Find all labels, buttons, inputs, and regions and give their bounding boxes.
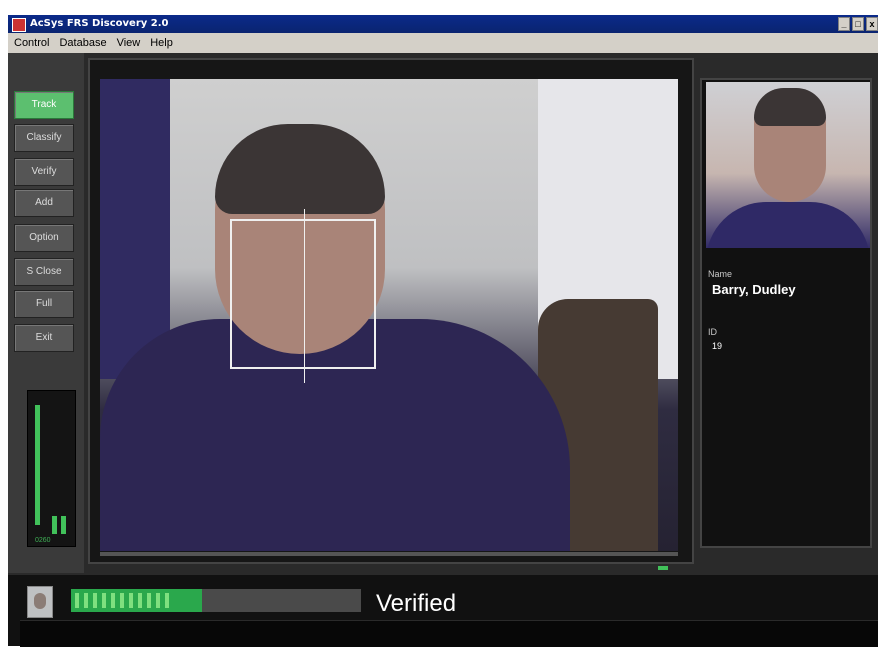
meter-bar bbox=[35, 405, 40, 525]
exit-button[interactable]: Exit bbox=[14, 324, 74, 352]
track-button[interactable]: Track bbox=[14, 91, 74, 119]
add-button[interactable]: Add bbox=[14, 189, 74, 217]
verification-status: Verified bbox=[376, 590, 457, 617]
name-value: Barry, Dudley bbox=[712, 282, 796, 297]
progress-segment bbox=[102, 593, 106, 608]
video-progress-track bbox=[100, 552, 678, 556]
maximize-button[interactable]: □ bbox=[852, 17, 864, 31]
progress-segment bbox=[156, 593, 160, 608]
progress-segment bbox=[84, 593, 88, 608]
matched-face-thumbnail bbox=[706, 82, 870, 248]
progress-segment bbox=[93, 593, 97, 608]
minimize-button[interactable]: _ bbox=[838, 17, 850, 31]
menu-control[interactable]: Control bbox=[14, 37, 49, 49]
progress-segment bbox=[129, 593, 133, 608]
progress-segment bbox=[165, 593, 169, 608]
verification-progress-fill bbox=[71, 589, 202, 612]
video-status-indicator bbox=[658, 566, 668, 570]
menu-bar: Control Database View Help bbox=[8, 33, 878, 53]
menu-database[interactable]: Database bbox=[59, 37, 106, 49]
close-button[interactable]: x bbox=[866, 17, 878, 31]
title-bar: AcSys FRS Discovery 2.0 _ □ x bbox=[8, 15, 878, 33]
id-label: ID bbox=[708, 327, 717, 337]
meter-label: 0260 bbox=[35, 537, 51, 544]
subject-hair bbox=[215, 124, 385, 214]
progress-segment bbox=[75, 593, 79, 608]
progress-segment bbox=[147, 593, 151, 608]
face-thumbnail-icon bbox=[27, 586, 53, 618]
classify-button[interactable]: Classify bbox=[14, 124, 74, 152]
meter-bar bbox=[61, 516, 66, 534]
progress-segment bbox=[138, 593, 142, 608]
verification-progress-track bbox=[71, 589, 361, 612]
menu-view[interactable]: View bbox=[117, 37, 141, 49]
thumbnail-body bbox=[706, 202, 870, 248]
thumbnail-hair bbox=[754, 88, 826, 126]
progress-segment bbox=[111, 593, 115, 608]
audio-level-meter: 0260 bbox=[27, 390, 76, 547]
full-button[interactable]: Full bbox=[14, 290, 74, 318]
window-title: AcSys FRS Discovery 2.0 bbox=[30, 18, 169, 29]
menu-help[interactable]: Help bbox=[150, 37, 173, 49]
progress-segment bbox=[120, 593, 124, 608]
verify-button[interactable]: Verify bbox=[14, 158, 74, 186]
window-controls: _ □ x bbox=[838, 17, 878, 31]
status-strip bbox=[20, 620, 878, 647]
face-tracking-box bbox=[230, 209, 376, 383]
meter-bar bbox=[52, 516, 57, 534]
name-label: Name bbox=[708, 269, 733, 279]
live-video-feed bbox=[100, 79, 678, 551]
app-icon bbox=[12, 18, 26, 32]
s-close-button[interactable]: S Close bbox=[14, 258, 74, 286]
id-value: 19 bbox=[712, 341, 723, 351]
option-button[interactable]: Option bbox=[14, 224, 74, 252]
